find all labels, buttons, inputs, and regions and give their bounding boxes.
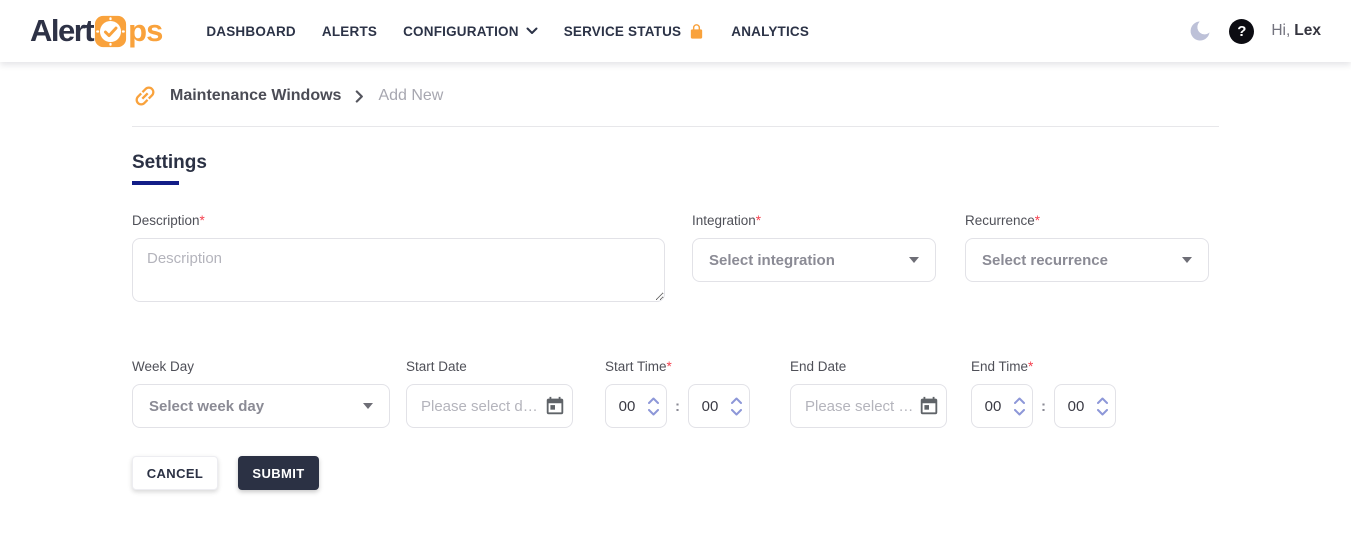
spinner-up-icon[interactable]: [1014, 397, 1025, 404]
spinner-up-icon[interactable]: [648, 397, 659, 404]
user-name: Lex: [1294, 22, 1321, 39]
description-label: Description*: [132, 213, 205, 228]
calendar-icon[interactable]: [544, 395, 566, 417]
time-separator: :: [1041, 397, 1046, 415]
start-date-label: Start Date: [406, 359, 467, 374]
chevron-down-icon: [526, 27, 538, 34]
submit-button[interactable]: SUBMIT: [238, 456, 319, 490]
nav-item-alerts[interactable]: ALERTS: [322, 24, 377, 39]
logo-text-ps: ps: [128, 13, 163, 48]
top-navbar: Alert ps DASHBOARD ALERTS CONFIGURATION …: [0, 0, 1351, 62]
spinner-down-icon[interactable]: [1014, 408, 1025, 416]
help-button[interactable]: ?: [1229, 18, 1255, 44]
navbar-right: ? Hi, Lex: [1188, 18, 1321, 44]
nav-item-dashboard[interactable]: DASHBOARD: [206, 24, 296, 39]
logo-text-alert: Alert: [30, 13, 95, 48]
integration-field-group: Integration* Select integration: [692, 213, 936, 282]
chevron-right-icon: [355, 89, 364, 103]
caret-down-icon: [909, 257, 919, 263]
link-icon: [135, 86, 155, 106]
lock-icon: [691, 23, 703, 39]
nav-item-configuration[interactable]: CONFIGURATION: [403, 24, 538, 39]
start-time-minute[interactable]: 00: [688, 384, 750, 428]
question-mark-icon: ?: [1237, 22, 1247, 40]
main-nav: DASHBOARD ALERTS CONFIGURATION SERVICE S…: [206, 22, 809, 41]
nav-item-analytics[interactable]: ANALYTICS: [731, 24, 809, 39]
start-date-field-group: Start Date: [406, 359, 573, 428]
spinner-down-icon[interactable]: [1097, 408, 1108, 416]
required-asterisk: *: [1034, 213, 1041, 228]
description-field-group: Description*: [132, 213, 665, 307]
nav-item-service-status[interactable]: SERVICE STATUS: [564, 22, 706, 41]
recurrence-select[interactable]: Select recurrence: [965, 238, 1209, 282]
clock-icon: [95, 15, 127, 47]
end-date-label: End Date: [790, 359, 847, 374]
page-title: Settings: [132, 152, 207, 173]
required-asterisk: *: [1028, 359, 1034, 374]
weekday-select[interactable]: Select week day: [132, 384, 390, 428]
description-textarea[interactable]: [132, 238, 665, 302]
end-time-hour[interactable]: 00: [971, 384, 1033, 428]
spinner-down-icon[interactable]: [731, 408, 742, 416]
calendar-icon[interactable]: [918, 395, 940, 417]
alertops-logo[interactable]: Alert ps: [30, 13, 163, 49]
required-asterisk: *: [666, 359, 672, 374]
moon-icon: [1190, 20, 1210, 41]
title-underline: [132, 181, 179, 185]
required-asterisk: *: [755, 213, 762, 228]
start-time-label: Start Time*: [605, 359, 672, 374]
dark-mode-toggle[interactable]: [1188, 19, 1212, 43]
end-time-minute[interactable]: 00: [1054, 384, 1116, 428]
cancel-button[interactable]: CANCEL: [132, 456, 218, 490]
form-row-2: Week Day Select week day Start Date Star: [132, 359, 1219, 428]
end-time-label: End Time*: [971, 359, 1034, 374]
weekday-label: Week Day: [132, 359, 195, 374]
spinner-up-icon[interactable]: [1097, 397, 1108, 404]
end-time-field-group: End Time* 00 : 00: [971, 359, 1116, 428]
breadcrumb-current: Add New: [378, 87, 444, 104]
main-content: Maintenance Windows Add New Settings Des…: [132, 83, 1219, 490]
spinner-down-icon[interactable]: [648, 408, 659, 416]
end-date-field-group: End Date: [790, 359, 947, 428]
start-time-hour[interactable]: 00: [605, 384, 667, 428]
recurrence-field-group: Recurrence* Select recurrence: [965, 213, 1209, 282]
weekday-field-group: Week Day Select week day: [132, 359, 390, 428]
caret-down-icon: [1182, 257, 1192, 263]
required-asterisk: *: [199, 213, 205, 228]
integration-label: Integration*: [692, 213, 762, 228]
start-time-field-group: Start Time* 00 : 00: [605, 359, 750, 428]
breadcrumb: Maintenance Windows Add New: [132, 83, 1219, 109]
integration-select[interactable]: Select integration: [692, 238, 936, 282]
form-row-1: Description* Integration* Select integra…: [132, 213, 1219, 307]
form-actions: CANCEL SUBMIT: [132, 456, 1219, 490]
caret-down-icon: [363, 403, 373, 409]
breadcrumb-parent[interactable]: Maintenance Windows: [170, 87, 341, 105]
recurrence-label: Recurrence*: [965, 213, 1041, 228]
user-greeting[interactable]: Hi, Lex: [1271, 22, 1321, 40]
section-divider: [132, 126, 1219, 127]
time-separator: :: [675, 397, 680, 415]
spinner-up-icon[interactable]: [731, 397, 742, 404]
